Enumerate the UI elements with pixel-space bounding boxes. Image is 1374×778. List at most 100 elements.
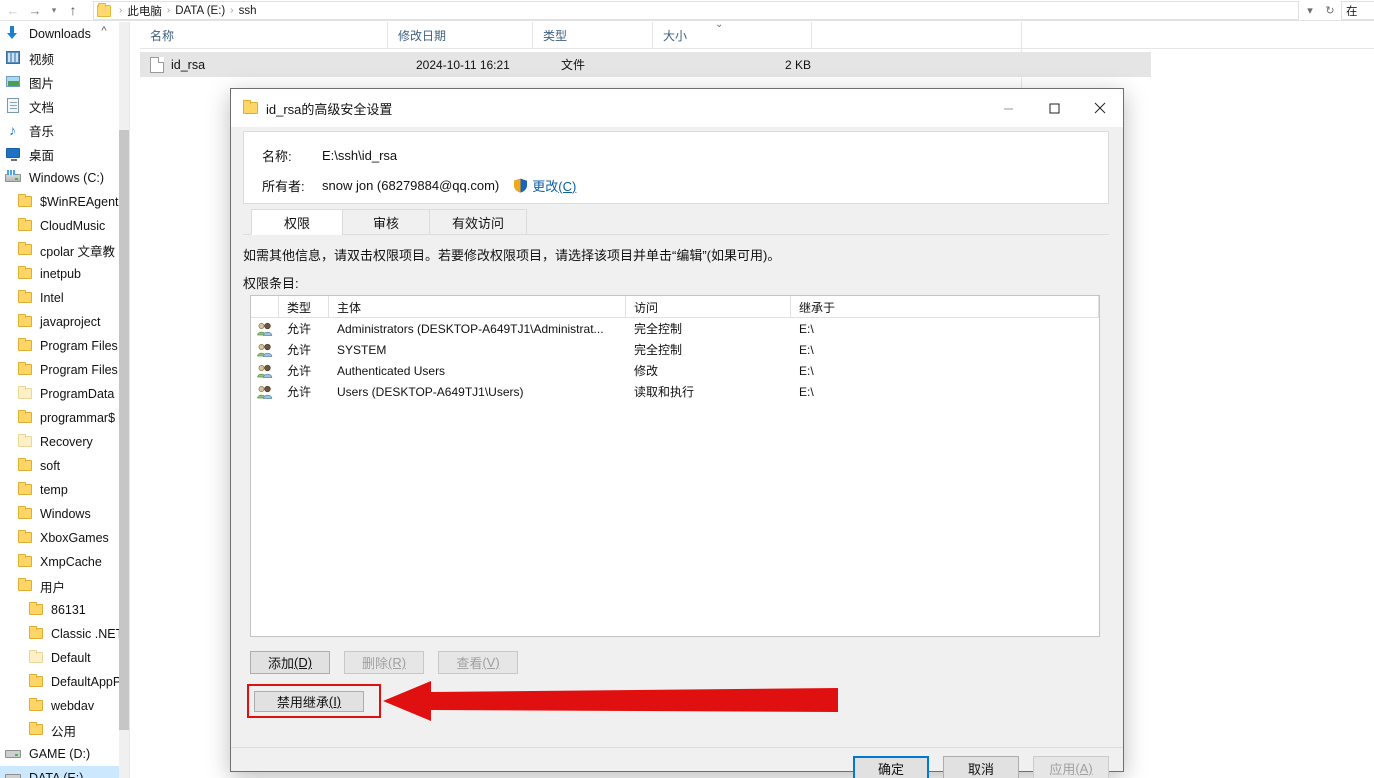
owner-row: 所有者: snow jon (68279884@qq.com) 更改(C) xyxy=(244,170,1108,200)
chevron-up-icon[interactable]: ^ xyxy=(96,24,112,38)
up-icon[interactable]: ↑ xyxy=(62,0,84,20)
sidebar-item[interactable]: 图片 xyxy=(0,70,119,94)
view-button: 查看 (V) xyxy=(438,651,518,674)
sidebar-item[interactable]: ♪ 音乐 xyxy=(0,118,119,142)
change-owner-link[interactable]: 更改(C) xyxy=(532,176,576,195)
column-header[interactable]: 修改日期 xyxy=(388,21,533,49)
add-button-text: 添加 xyxy=(267,656,294,671)
grid-column-header[interactable] xyxy=(251,296,279,318)
sidebar-item[interactable]: GAME (D:) xyxy=(0,742,119,766)
sidebar-item[interactable]: 86131 xyxy=(0,598,119,622)
column-header[interactable]: 名称 xyxy=(140,21,388,49)
table-row[interactable]: 允许 Authenticated Users 修改 E:\ xyxy=(251,360,1099,381)
column-header[interactable]: 类型 xyxy=(533,21,653,49)
sidebar-item[interactable]: 视频 xyxy=(0,46,119,70)
dialog-title: id_rsa的高级安全设置 xyxy=(266,101,393,117)
table-row[interactable]: id_rsa 2024-10-11 16:21 文件 2 KB xyxy=(140,52,1151,77)
sidebar-item[interactable]: Program Files xyxy=(0,358,119,382)
sidebar-item[interactable]: DATA (E:) xyxy=(0,766,119,778)
grid-column-header[interactable]: 类型 xyxy=(279,296,329,318)
minimize-icon[interactable] xyxy=(985,89,1031,127)
drive-icon xyxy=(4,769,24,778)
tab-0[interactable]: 权限 xyxy=(251,209,343,235)
sidebar-item[interactable]: Intel xyxy=(0,286,119,310)
sidebar-item[interactable]: 桌面 xyxy=(0,142,119,166)
column-header-label: 类型 xyxy=(543,28,568,43)
tab-2[interactable]: 有效访问 xyxy=(429,209,527,235)
grid-column-header[interactable]: 访问 xyxy=(626,296,791,318)
breadcrumb-separator: › xyxy=(119,5,123,16)
music-icon: ♪ xyxy=(9,122,16,138)
sidebar-item[interactable]: ProgramData xyxy=(0,382,119,406)
refresh-icon[interactable]: ↻ xyxy=(1320,4,1340,17)
cancel-button[interactable]: 取消 xyxy=(943,756,1019,778)
sidebar-item[interactable]: soft xyxy=(0,454,119,478)
sidebar-item[interactable]: DefaultAppP xyxy=(0,670,119,694)
sidebar-item[interactable]: 公用 xyxy=(0,718,119,742)
sidebar-item[interactable]: webdav xyxy=(0,694,119,718)
folder-icon xyxy=(26,625,46,643)
breadcrumb-item-0[interactable]: 此电脑 xyxy=(127,3,162,19)
sidebar-item-label: temp xyxy=(40,483,68,497)
folder-pale-icon xyxy=(15,385,35,403)
column-header[interactable]: 大小 ⌄ xyxy=(653,19,812,49)
ok-button[interactable]: 确定 xyxy=(853,756,929,778)
sidebar-scrollbar-thumb[interactable] xyxy=(119,130,129,730)
file-type: 文件 xyxy=(561,58,586,72)
sidebar-item[interactable]: Windows (C:) xyxy=(0,166,119,190)
window-controls xyxy=(985,89,1123,127)
sidebar-item[interactable]: $WinREAgent xyxy=(0,190,119,214)
add-button[interactable]: 添加 (D) xyxy=(250,651,330,674)
recent-locations-chevron-down-icon[interactable]: ▾ xyxy=(46,0,62,20)
sidebar-item[interactable]: Windows xyxy=(0,502,119,526)
back-icon[interactable]: ← xyxy=(2,0,24,20)
file-size: 2 KB xyxy=(784,57,811,72)
annotation-arrow-icon xyxy=(383,679,838,723)
drive-windows-icon xyxy=(4,169,24,187)
close-icon[interactable] xyxy=(1077,89,1123,127)
sidebar-item-label: Downloads xyxy=(29,27,91,41)
table-row[interactable]: 允许 SYSTEM 完全控制 E:\ xyxy=(251,339,1099,360)
tab-1[interactable]: 审核 xyxy=(342,209,430,235)
sidebar-item[interactable]: Default xyxy=(0,646,119,670)
sidebar-item[interactable]: Recovery xyxy=(0,430,119,454)
sidebar-item-label: $WinREAgent xyxy=(40,195,119,209)
sidebar-item[interactable]: Classic .NET xyxy=(0,622,119,646)
users-icon xyxy=(251,364,279,378)
sidebar-item[interactable]: XmpCache xyxy=(0,550,119,574)
sidebar-item[interactable]: Program Files xyxy=(0,334,119,358)
breadcrumb[interactable]: › 此电脑 › DATA (E:) › ssh xyxy=(93,1,1299,20)
sidebar-item[interactable]: cpolar 文章教 xyxy=(0,238,119,262)
cell-type: 允许 xyxy=(287,343,312,357)
sidebar-item[interactable]: 用户 xyxy=(0,574,119,598)
sidebar-item[interactable]: 文档 xyxy=(0,94,119,118)
sidebar-item-label: 86131 xyxy=(51,603,86,617)
sidebar-item[interactable]: temp xyxy=(0,478,119,502)
folder-icon xyxy=(15,313,35,331)
sidebar-item-label: inetpub xyxy=(40,267,82,281)
breadcrumb-item-1[interactable]: DATA (E:) xyxy=(175,5,225,17)
dialog-separator xyxy=(231,747,1123,748)
search-input[interactable]: 在 xyxy=(1341,1,1374,20)
sidebar-item[interactable]: javaproject xyxy=(0,310,119,334)
sidebar-item[interactable]: programmar$ xyxy=(0,406,119,430)
maximize-icon[interactable] xyxy=(1031,89,1077,127)
sidebar-item[interactable]: inetpub xyxy=(0,262,119,286)
remove-button-text: 删除 xyxy=(361,656,388,671)
sidebar-item[interactable]: XboxGames xyxy=(0,526,119,550)
breadcrumb-item-2[interactable]: ssh xyxy=(239,5,257,17)
disable-inheritance-button[interactable]: 禁用继承 (I) xyxy=(254,691,364,712)
name-row: 名称: E:\ssh\id_rsa xyxy=(244,140,1108,170)
chevron-down-icon[interactable]: ▾ xyxy=(1300,4,1320,17)
sidebar-item[interactable]: CloudMusic xyxy=(0,214,119,238)
grid-column-header[interactable]: 主体 xyxy=(329,296,626,318)
navigation-buttons: ← → ▾ ↑ xyxy=(0,0,84,21)
forward-icon[interactable]: → xyxy=(24,0,46,20)
sidebar-item-label: webdav xyxy=(51,699,95,713)
grid-column-header[interactable]: 继承于 xyxy=(791,296,1099,318)
sidebar-item-label: Classic .NET xyxy=(51,627,119,641)
table-row[interactable]: 允许 Users (DESKTOP-A649TJ1\Users) 读取和执行 E:\ xyxy=(251,381,1099,402)
dialog-title-bar[interactable]: id_rsa的高级安全设置 xyxy=(231,89,1123,127)
file-icon xyxy=(150,56,164,73)
table-row[interactable]: 允许 Administrators (DESKTOP-A649TJ1\Admini… xyxy=(251,318,1099,339)
